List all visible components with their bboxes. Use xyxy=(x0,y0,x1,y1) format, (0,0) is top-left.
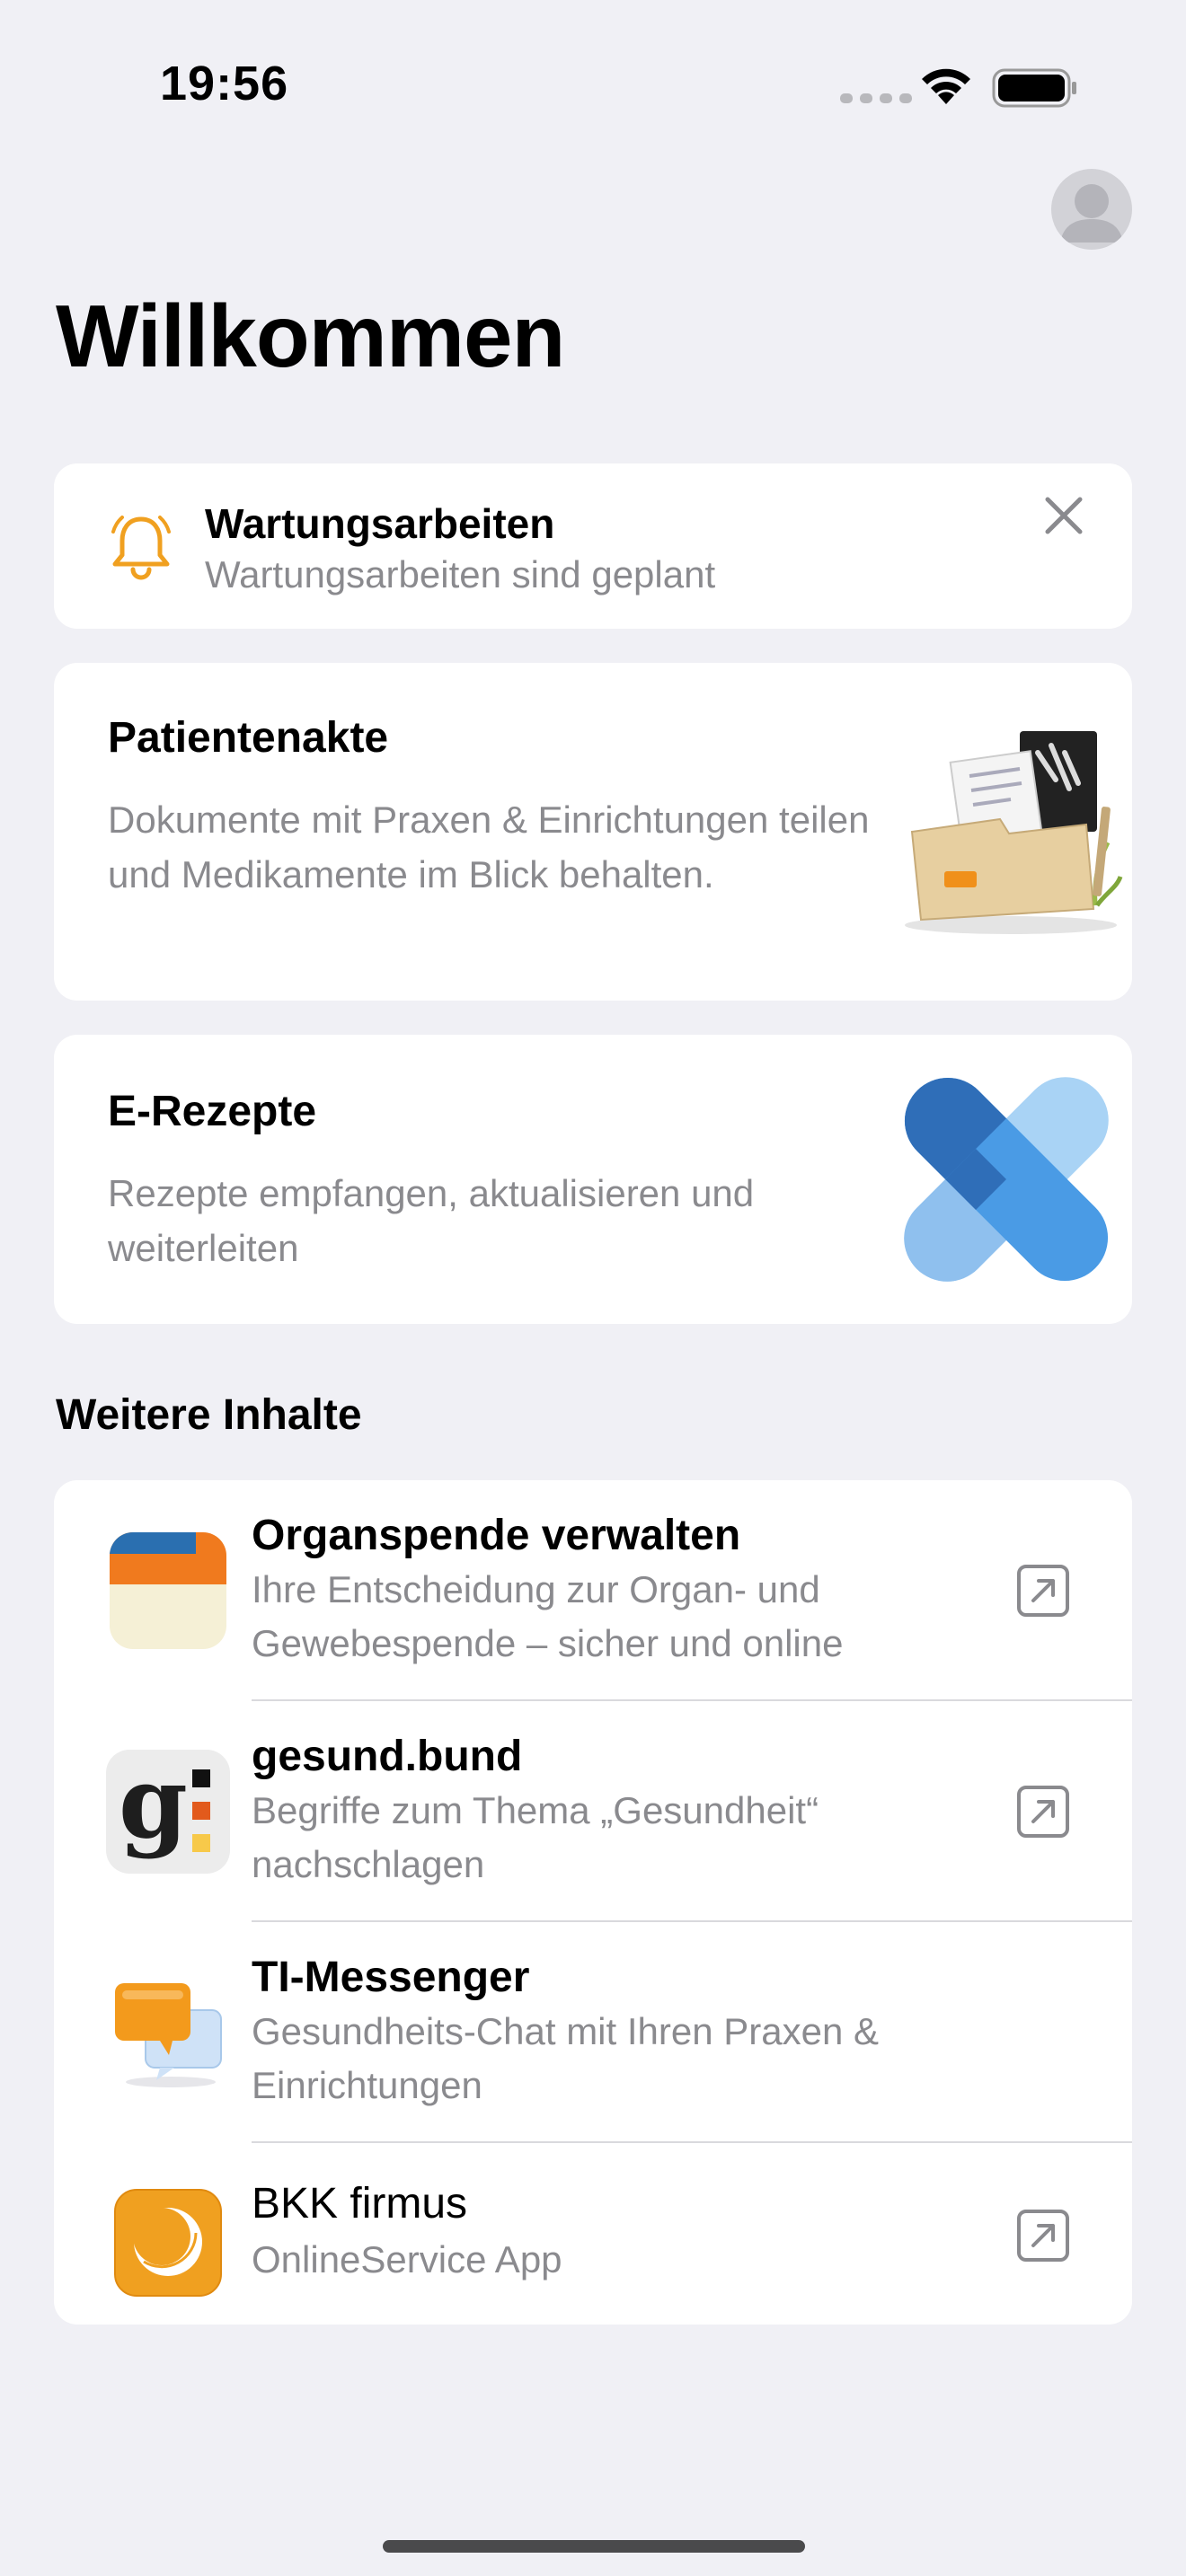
list-item-title: Organspende verwalten xyxy=(252,1512,741,1559)
gesund-bund-icon: g xyxy=(106,1750,230,1874)
patient-record-title: Patientenakte xyxy=(108,714,389,762)
status-time: 19:56 xyxy=(160,57,289,110)
more-content-list: Organspende verwalten Ihre Entscheidung … xyxy=(54,1480,1132,2325)
plaster-icon xyxy=(904,1077,1109,1282)
prescriptions-description: Rezepte empfangen, aktualisieren und wei… xyxy=(108,1172,755,1269)
external-link-icon xyxy=(1017,1786,1069,1838)
close-notice-button[interactable] xyxy=(1039,490,1089,541)
list-item-bkk-firmus[interactable]: BKK firmus OnlineService App xyxy=(54,2143,1132,2325)
profile-avatar[interactable] xyxy=(1051,169,1132,250)
list-item-subtitle: OnlineService App xyxy=(252,2238,562,2280)
list-item-ti-messenger[interactable]: TI-Messenger Gesundheits-Chat mit Ihren … xyxy=(54,1922,1132,2143)
notice-subtitle: Wartungsarbeiten sind geplant xyxy=(205,553,716,595)
notice-title: Wartungsarbeiten xyxy=(205,500,555,547)
list-item-gesund-bund[interactable]: g gesund.bund Begriffe zum Thema „Gesund… xyxy=(54,1701,1132,1922)
prescriptions-title: E-Rezepte xyxy=(108,1088,317,1135)
home-indicator[interactable] xyxy=(383,2540,805,2553)
list-item-title: gesund.bund xyxy=(252,1733,523,1780)
bkk-firmus-icon xyxy=(114,2189,222,2297)
list-item-subtitle: Begriffe zum Thema „Gesundheit“ nachschl… xyxy=(252,1789,819,1885)
section-title: Weitere Inhalte xyxy=(56,1391,362,1439)
list-item-subtitle: Gesundheits-Chat mit Ihren Praxen & Einr… xyxy=(252,2010,880,2106)
close-icon xyxy=(1045,497,1083,534)
prescriptions-card[interactable]: E-Rezepte Rezepte empfangen, aktualisier… xyxy=(54,1035,1132,1324)
folder-documents-icon xyxy=(905,731,1123,934)
organ-donation-icon xyxy=(110,1532,226,1649)
wifi-icon xyxy=(922,68,970,104)
status-bar: 19:56 xyxy=(0,0,1186,171)
list-item-subtitle: Ihre Entscheidung zur Organ- und Gewebes… xyxy=(252,1568,844,1664)
patient-record-description: Dokumente mit Praxen & Einrichtungen tei… xyxy=(108,798,870,895)
list-item-title: TI-Messenger xyxy=(252,1954,530,2001)
bell-icon xyxy=(111,516,171,580)
gesund-bund-letter: g xyxy=(119,1744,188,1860)
messenger-icon xyxy=(115,1983,222,2087)
patient-record-card[interactable]: Patientenakte Dokumente mit Praxen & Ein… xyxy=(54,663,1132,1001)
page-title: Willkommen xyxy=(56,287,565,385)
list-item-organ-donation[interactable]: Organspende verwalten Ihre Entscheidung … xyxy=(54,1480,1132,1701)
external-link-icon xyxy=(1017,2210,1069,2262)
external-link-icon xyxy=(1017,1565,1069,1617)
battery-icon xyxy=(992,68,1076,108)
maintenance-notice[interactable]: Wartungsarbeiten Wartungsarbeiten sind g… xyxy=(54,463,1132,629)
cellular-signal-icon xyxy=(840,93,912,103)
list-item-title: BKK firmus xyxy=(252,2180,468,2228)
person-icon xyxy=(1060,184,1123,243)
